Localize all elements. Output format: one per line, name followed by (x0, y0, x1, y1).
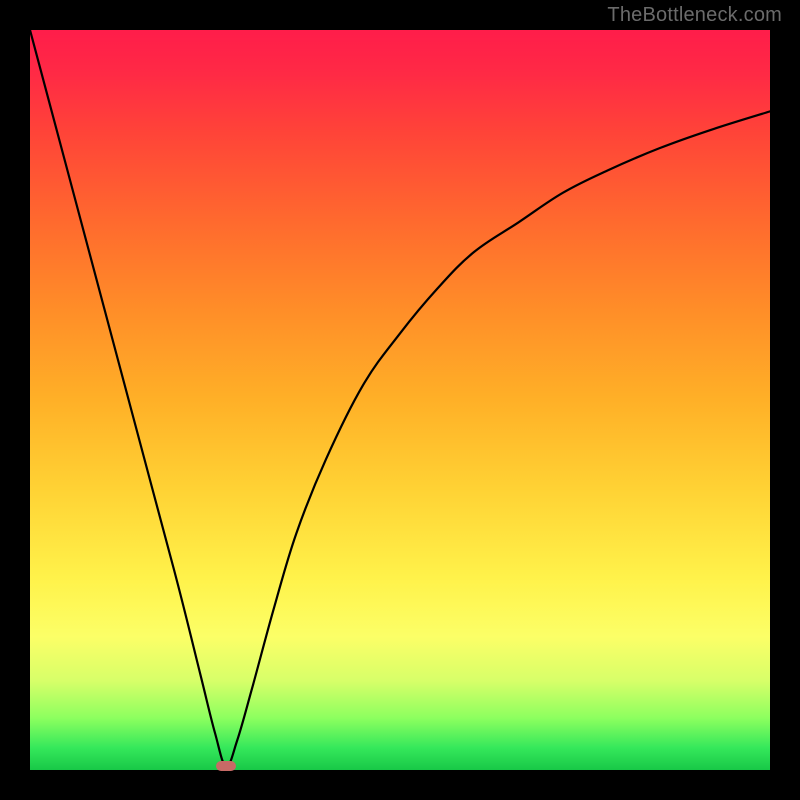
bottleneck-curve (30, 30, 770, 766)
plot-area (30, 30, 770, 770)
watermark-text: TheBottleneck.com (607, 4, 782, 27)
optimal-marker (216, 761, 236, 771)
chart-frame: TheBottleneck.com (0, 0, 800, 800)
curve-svg (30, 30, 770, 770)
